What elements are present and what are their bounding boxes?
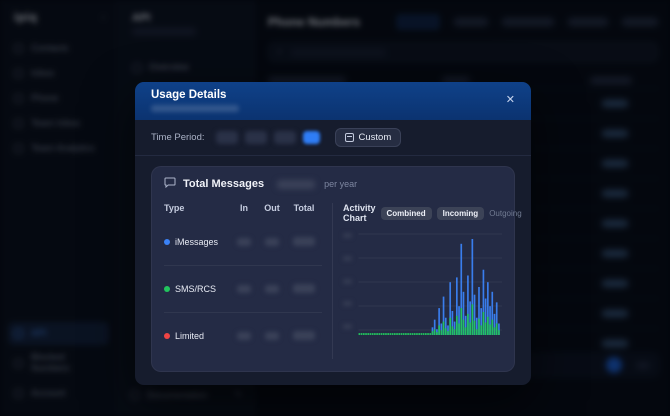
time-period-option-redacted[interactable] xyxy=(274,131,296,144)
chart-header: Activity Chart Combined Incoming Outgoin… xyxy=(343,203,502,223)
col-out: Out xyxy=(258,203,286,213)
calendar-icon xyxy=(345,133,354,142)
modal-title: Usage Details xyxy=(151,89,239,101)
card-header: Total Messages per year xyxy=(164,177,502,191)
value-redacted xyxy=(293,331,315,340)
col-in: In xyxy=(230,203,258,213)
table-header-row: Type In Out Total xyxy=(164,203,322,213)
table-row-limited: Limited xyxy=(164,313,322,359)
legend-combined[interactable]: Combined xyxy=(381,207,432,220)
modal-subtitle-redacted xyxy=(151,105,239,112)
table-row-smsrcs: SMS/RCS xyxy=(164,266,322,313)
usage-details-modal: Usage Details ✕ Time Period: Custom Tota… xyxy=(135,82,531,385)
limited-dot-icon xyxy=(164,333,170,339)
time-period-option-selected[interactable] xyxy=(303,131,320,144)
custom-period-button[interactable]: Custom xyxy=(335,128,402,147)
card-title: Total Messages xyxy=(183,178,264,190)
legend-incoming[interactable]: Incoming xyxy=(437,207,485,220)
col-total: Total xyxy=(286,203,322,213)
app-window: ipiq ‹ Contacts Inbox Phone Tea xyxy=(0,0,670,416)
time-period-row: Time Period: Custom xyxy=(135,120,531,156)
modal-header: Usage Details ✕ xyxy=(135,82,531,120)
value-redacted xyxy=(293,237,315,246)
row-label: Limited xyxy=(175,331,204,341)
vertical-divider xyxy=(332,203,333,359)
activity-chart-canvas xyxy=(356,231,502,337)
custom-button-label: Custom xyxy=(359,132,392,143)
modal-title-group: Usage Details xyxy=(151,89,239,112)
chart-area xyxy=(343,231,502,337)
row-label: SMS/RCS xyxy=(175,284,216,294)
total-messages-card: Total Messages per year Type In Out Tota… xyxy=(151,166,515,372)
total-value-redacted xyxy=(277,180,315,189)
chat-bubble-icon xyxy=(164,177,176,191)
value-redacted xyxy=(293,284,315,293)
imessages-dot-icon xyxy=(164,239,170,245)
row-label: iMessages xyxy=(175,237,218,247)
table-row-imessages: iMessages xyxy=(164,219,322,266)
time-period-label: Time Period: xyxy=(151,132,205,143)
legend-outgoing[interactable]: Outgoing xyxy=(489,209,521,218)
card-body: Type In Out Total iMessages xyxy=(164,203,502,359)
close-icon[interactable]: ✕ xyxy=(504,93,517,108)
time-period-option-redacted[interactable] xyxy=(245,131,267,144)
value-redacted xyxy=(265,332,279,340)
activity-chart-pane: Activity Chart Combined Incoming Outgoin… xyxy=(343,203,502,359)
time-period-option-redacted[interactable] xyxy=(216,131,238,144)
chart-label: Activity Chart xyxy=(343,203,376,223)
y-axis-labels-redacted xyxy=(343,231,356,337)
col-type: Type xyxy=(164,203,230,213)
smsrcs-dot-icon xyxy=(164,286,170,292)
value-redacted xyxy=(237,332,251,340)
value-redacted xyxy=(237,285,251,293)
value-redacted xyxy=(265,238,279,246)
unit-suffix: per year xyxy=(324,179,357,189)
value-redacted xyxy=(237,238,251,246)
value-redacted xyxy=(265,285,279,293)
message-type-table: Type In Out Total iMessages xyxy=(164,203,322,359)
